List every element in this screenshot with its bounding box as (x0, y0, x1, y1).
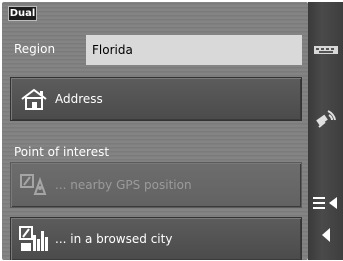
satellite-icon[interactable] (314, 108, 338, 130)
address-button-label: Address (55, 92, 103, 106)
menu-icon[interactable] (313, 196, 339, 210)
gps-poi-icon (17, 169, 51, 201)
nearby-gps-button[interactable]: ... nearby GPS position (10, 162, 302, 208)
region-field[interactable]: Florida (86, 35, 302, 65)
poi-heading: Point of interest (14, 145, 110, 159)
browsed-city-button-label: ... in a browsed city (55, 232, 173, 246)
main-panel: Dual Region Florida Address Point of int… (2, 2, 308, 260)
browsed-city-button[interactable]: ... in a browsed city (10, 217, 302, 260)
nearby-gps-button-label: ... nearby GPS position (55, 178, 192, 192)
city-poi-icon (17, 223, 51, 255)
house-icon (17, 83, 51, 115)
keyboard-icon[interactable] (314, 44, 338, 56)
region-label: Region (14, 42, 56, 56)
dual-logo: Dual (8, 6, 37, 21)
navigation-screen: Dual Region Florida Address Point of int… (0, 0, 343, 261)
address-button[interactable]: Address (10, 77, 302, 121)
right-sidebar (308, 2, 343, 260)
back-arrow-icon[interactable] (318, 227, 334, 243)
